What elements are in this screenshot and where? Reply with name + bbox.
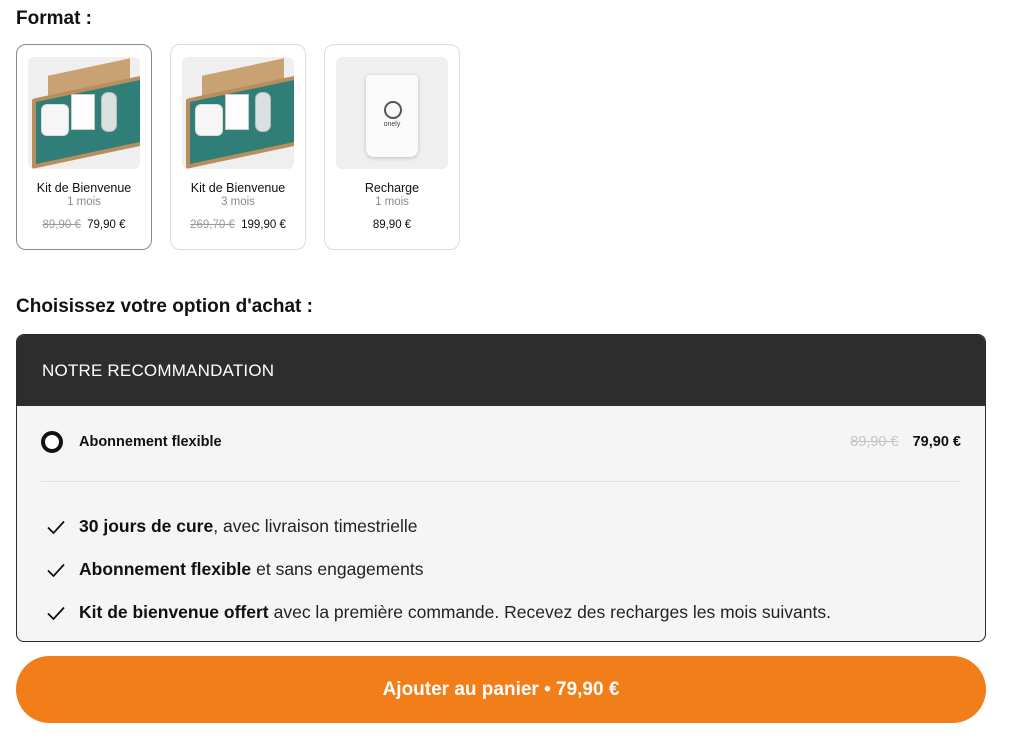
- benefit-item: Abonnement flexible et sans engagements: [45, 548, 965, 591]
- option-flexible-subscription[interactable]: Abonnement flexible 89,90 € 79,90 €: [41, 431, 961, 453]
- benefit-item: 30 jours de cure , avec livraison timest…: [45, 505, 965, 548]
- check-icon: [47, 563, 65, 577]
- format-price: 89,90 € 79,90 €: [43, 219, 126, 231]
- format-options: Kit de Bienvenue 1 mois 89,90 € 79,90 € …: [16, 44, 460, 250]
- benefit-item: Kit de bienvenue offert avec la première…: [45, 591, 965, 634]
- format-duration: 3 mois: [221, 196, 255, 208]
- format-name: Kit de Bienvenue: [190, 181, 286, 195]
- option-price: 89,90 € 79,90 €: [850, 434, 961, 450]
- pouch-brand-text: onely: [383, 121, 401, 128]
- benefit-list: 30 jours de cure , avec livraison timest…: [45, 505, 965, 634]
- format-card-recharge[interactable]: onely Recharge 1 mois 89,90 €: [324, 44, 460, 250]
- kit-product-image: [182, 57, 294, 169]
- format-duration: 1 mois: [375, 196, 409, 208]
- purchase-option-title: Choisissez votre option d'achat :: [16, 296, 313, 317]
- benefit-strong: Kit de bienvenue offert: [79, 602, 269, 622]
- format-card-kit-3-mois[interactable]: Kit de Bienvenue 3 mois 269,70 € 199,90 …: [170, 44, 306, 250]
- benefit-text: avec la première commande. Recevez des r…: [273, 602, 831, 622]
- option-current-price: 79,90 €: [912, 434, 961, 450]
- format-name: Recharge: [364, 181, 420, 195]
- divider: [41, 481, 961, 482]
- radio-icon[interactable]: [41, 431, 63, 453]
- option-old-price: 89,90 €: [850, 434, 899, 450]
- current-price: 199,90 €: [241, 219, 286, 231]
- benefit-strong: Abonnement flexible: [79, 559, 252, 579]
- check-icon: [47, 606, 65, 620]
- add-to-cart-button[interactable]: Ajouter au panier • 79,90 €: [16, 656, 986, 723]
- check-icon: [47, 520, 65, 534]
- format-price: 269,70 € 199,90 €: [190, 219, 286, 231]
- old-price: 269,70 €: [190, 219, 235, 231]
- current-price: 79,90 €: [87, 219, 126, 231]
- current-price: 89,90 €: [372, 219, 412, 231]
- option-label: Abonnement flexible: [79, 434, 222, 450]
- purchase-option-box: NOTRE RECOMMANDATION Abonnement flexible…: [16, 334, 986, 642]
- benefit-text: et sans engagements: [256, 559, 424, 579]
- format-name: Kit de Bienvenue: [36, 181, 132, 195]
- recommendation-header: NOTRE RECOMMANDATION: [17, 335, 985, 406]
- old-price: 89,90 €: [42, 219, 81, 231]
- refill-pouch-image: onely: [336, 57, 448, 169]
- format-card-kit-1-mois[interactable]: Kit de Bienvenue 1 mois 89,90 € 79,90 €: [16, 44, 152, 250]
- benefit-text: , avec livraison timestrielle: [213, 516, 418, 536]
- format-price: 89,90 €: [373, 219, 411, 231]
- format-duration: 1 mois: [67, 196, 101, 208]
- format-title: Format :: [16, 8, 92, 29]
- kit-product-image: [28, 57, 140, 169]
- benefit-strong: 30 jours de cure: [79, 516, 214, 536]
